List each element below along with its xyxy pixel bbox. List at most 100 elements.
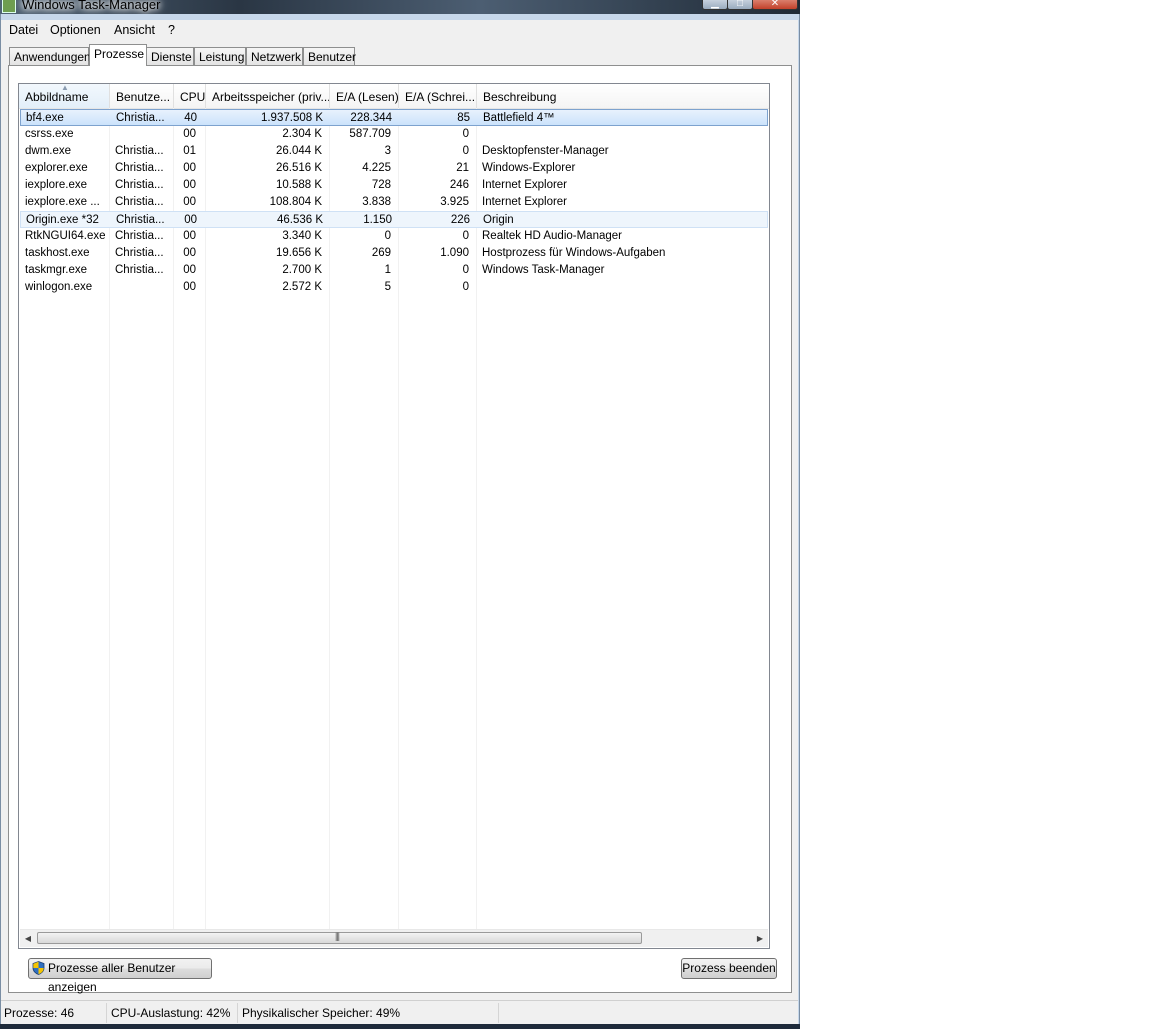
cell-cpu: 00 [183, 247, 196, 259]
caption-buttons: ▁ □ ✕ [702, 0, 798, 10]
cell-desc [482, 279, 762, 296]
process-row[interactable]: taskmgr.exe Christia... 00 2.700 K 1 0 Windows… [20, 262, 768, 279]
tab-benutzer[interactable]: Benutzer [303, 47, 356, 65]
status-physical-memory: Physikalischer Speicher: 49% [242, 1006, 401, 1020]
cell-name: Origin.exe *32 [26, 214, 99, 226]
uac-shield-icon [32, 961, 45, 975]
cell-desc: Realtek HD Audio-Manager [482, 230, 622, 242]
cell-cpu: 00 [183, 196, 196, 208]
cell-name: dwm.exe [25, 145, 72, 157]
title-bar[interactable]: Windows Task-Manager ▁ □ ✕ [0, 0, 800, 14]
cell-mem: 2.304 K [282, 128, 322, 140]
cell-io-read: 4.225 [362, 162, 391, 174]
process-row[interactable]: iexplore.exe Christia... 00 10.588 K 728 246 I… [20, 177, 768, 194]
horizontal-scrollbar[interactable]: ◀ ||| ▶ [20, 929, 768, 947]
cell-name: winlogon.exe [25, 281, 93, 293]
cell-user [115, 279, 171, 296]
process-list[interactable]: ▲ Abbildname Benutze... CPU Arbeitsspeic… [18, 83, 770, 949]
cell-name: bf4.exe [26, 112, 64, 124]
cell-cpu: 01 [183, 145, 196, 157]
scrollbar-thumb[interactable]: ||| [37, 931, 642, 944]
tab-leistung[interactable]: Leistung [194, 47, 246, 65]
cell-mem: 2.572 K [282, 281, 322, 293]
menu-help[interactable]: ? [168, 23, 175, 37]
cell-io-read: 5 [384, 281, 391, 293]
menu-optionen[interactable]: Optionen [50, 23, 101, 37]
cell-user: Christia... [115, 179, 164, 191]
show-all-processes-button[interactable]: Prozesse aller Benutzer anzeigen [28, 958, 212, 994]
cell-desc: Internet Explorer [482, 179, 568, 191]
menu-ansicht[interactable]: Ansicht [114, 23, 155, 37]
cell-io-write: 3.925 [440, 196, 469, 208]
cell-io-read: 587.709 [349, 128, 391, 140]
cell-cpu: 00 [183, 264, 196, 276]
cell-cpu: 00 [183, 230, 196, 242]
column-header-abbildname[interactable]: ▲ Abbildname [19, 84, 110, 108]
cell-mem: 46.536 K [276, 214, 323, 226]
tab-netzwerk[interactable]: Netzwerk [246, 47, 303, 65]
sort-ascending-icon: ▲ [61, 84, 69, 92]
cell-cpu: 00 [183, 179, 196, 191]
process-row[interactable]: dwm.exe Christia... 01 26.044 K 3 0 Desktopfen… [20, 143, 768, 160]
cell-desc: Desktopfenster-Manager [482, 145, 609, 157]
end-process-button[interactable]: Prozess beenden [681, 958, 777, 979]
status-process-count: Prozesse: 46 [4, 1006, 75, 1020]
cell-desc: Windows-Explorer [482, 162, 576, 174]
process-row[interactable]: winlogon.exe 00 2.572 K 5 0 [20, 279, 768, 296]
process-row[interactable]: RtkNGUI64.exe Christia... 00 3.340 K 0 0 Realt… [20, 228, 768, 245]
cell-io-write: 0 [462, 145, 469, 157]
process-row[interactable]: Origin.exe *32 Christia... 00 46.536 K 1.150… [20, 211, 768, 228]
cell-io-read: 3 [384, 145, 391, 157]
window-bottom-edge [0, 1024, 800, 1029]
close-button[interactable]: ✕ [752, 0, 798, 10]
cell-name: iexplore.exe ... [25, 196, 100, 208]
process-row[interactable]: bf4.exe Christia... 40 1.937.508 K 228.344 85… [20, 109, 768, 126]
cell-desc: Internet Explorer [482, 196, 568, 208]
cell-io-write: 85 [457, 112, 470, 124]
status-bar: Prozesse: 46 CPU-Auslastung: 42% Physika… [1, 1000, 798, 1025]
cell-io-write: 0 [462, 281, 469, 293]
cell-user: Christia... [115, 145, 164, 157]
process-row[interactable]: iexplore.exe ... Christia... 00 108.804 K 3.… [20, 194, 768, 211]
list-header: ▲ Abbildname Benutze... CPU Arbeitsspeic… [19, 84, 769, 109]
cell-name: explorer.exe [25, 162, 88, 174]
cell-io-write: 21 [456, 162, 469, 174]
column-header-ea-lesen[interactable]: E/A (Lesen) [330, 84, 399, 108]
cell-name: taskhost.exe [25, 247, 90, 259]
cell-user: Christia... [115, 264, 164, 276]
process-row[interactable]: explorer.exe Christia... 00 26.516 K 4.225 21… [20, 160, 768, 177]
cell-desc: Windows Task-Manager [482, 264, 605, 276]
column-header-cpu[interactable]: CPU [174, 84, 206, 108]
cell-io-write: 0 [462, 128, 469, 140]
cell-name: iexplore.exe [25, 179, 88, 191]
minimize-button[interactable]: ▁ [702, 0, 728, 10]
scroll-right-icon[interactable]: ▶ [753, 931, 767, 946]
cell-mem: 26.044 K [275, 145, 322, 157]
cell-io-read: 269 [371, 247, 391, 259]
menu-bar: Datei Optionen Ansicht ? [1, 20, 798, 40]
scroll-left-icon[interactable]: ◀ [21, 931, 35, 946]
cell-name: csrss.exe [25, 128, 74, 140]
cell-io-write: 226 [450, 214, 470, 226]
tab-anwendungen[interactable]: Anwendungen [9, 47, 91, 65]
column-header-arbeitsspeicher[interactable]: Arbeitsspeicher (priv... [206, 84, 330, 108]
cell-desc [482, 126, 762, 143]
cell-mem: 2.700 K [282, 264, 322, 276]
maximize-button[interactable]: □ [727, 0, 753, 10]
cell-mem: 10.588 K [275, 179, 322, 191]
process-row[interactable]: csrss.exe 00 2.304 K 587.709 0 [20, 126, 768, 143]
process-row[interactable]: taskhost.exe Christia... 00 19.656 K 269 1.09… [20, 245, 768, 262]
tab-dienste[interactable]: Dienste [146, 47, 194, 65]
cell-user: Christia... [115, 162, 164, 174]
cell-io-read: 1 [384, 264, 391, 276]
column-header-benutzer[interactable]: Benutze... [110, 84, 174, 108]
tab-prozesse[interactable]: Prozesse [89, 44, 147, 66]
cell-io-write: 246 [449, 179, 469, 191]
column-header-ea-schreiben[interactable]: E/A (Schrei... [399, 84, 477, 108]
column-header-beschreibung[interactable]: Beschreibung [477, 84, 769, 108]
menu-datei[interactable]: Datei [9, 23, 38, 37]
cell-io-write: 1.090 [440, 247, 469, 259]
cell-cpu: 00 [183, 162, 196, 174]
client-area: Anwendungen Prozesse Dienste Leistung Ne… [1, 40, 798, 1000]
grip-icon: ||| [335, 931, 340, 941]
